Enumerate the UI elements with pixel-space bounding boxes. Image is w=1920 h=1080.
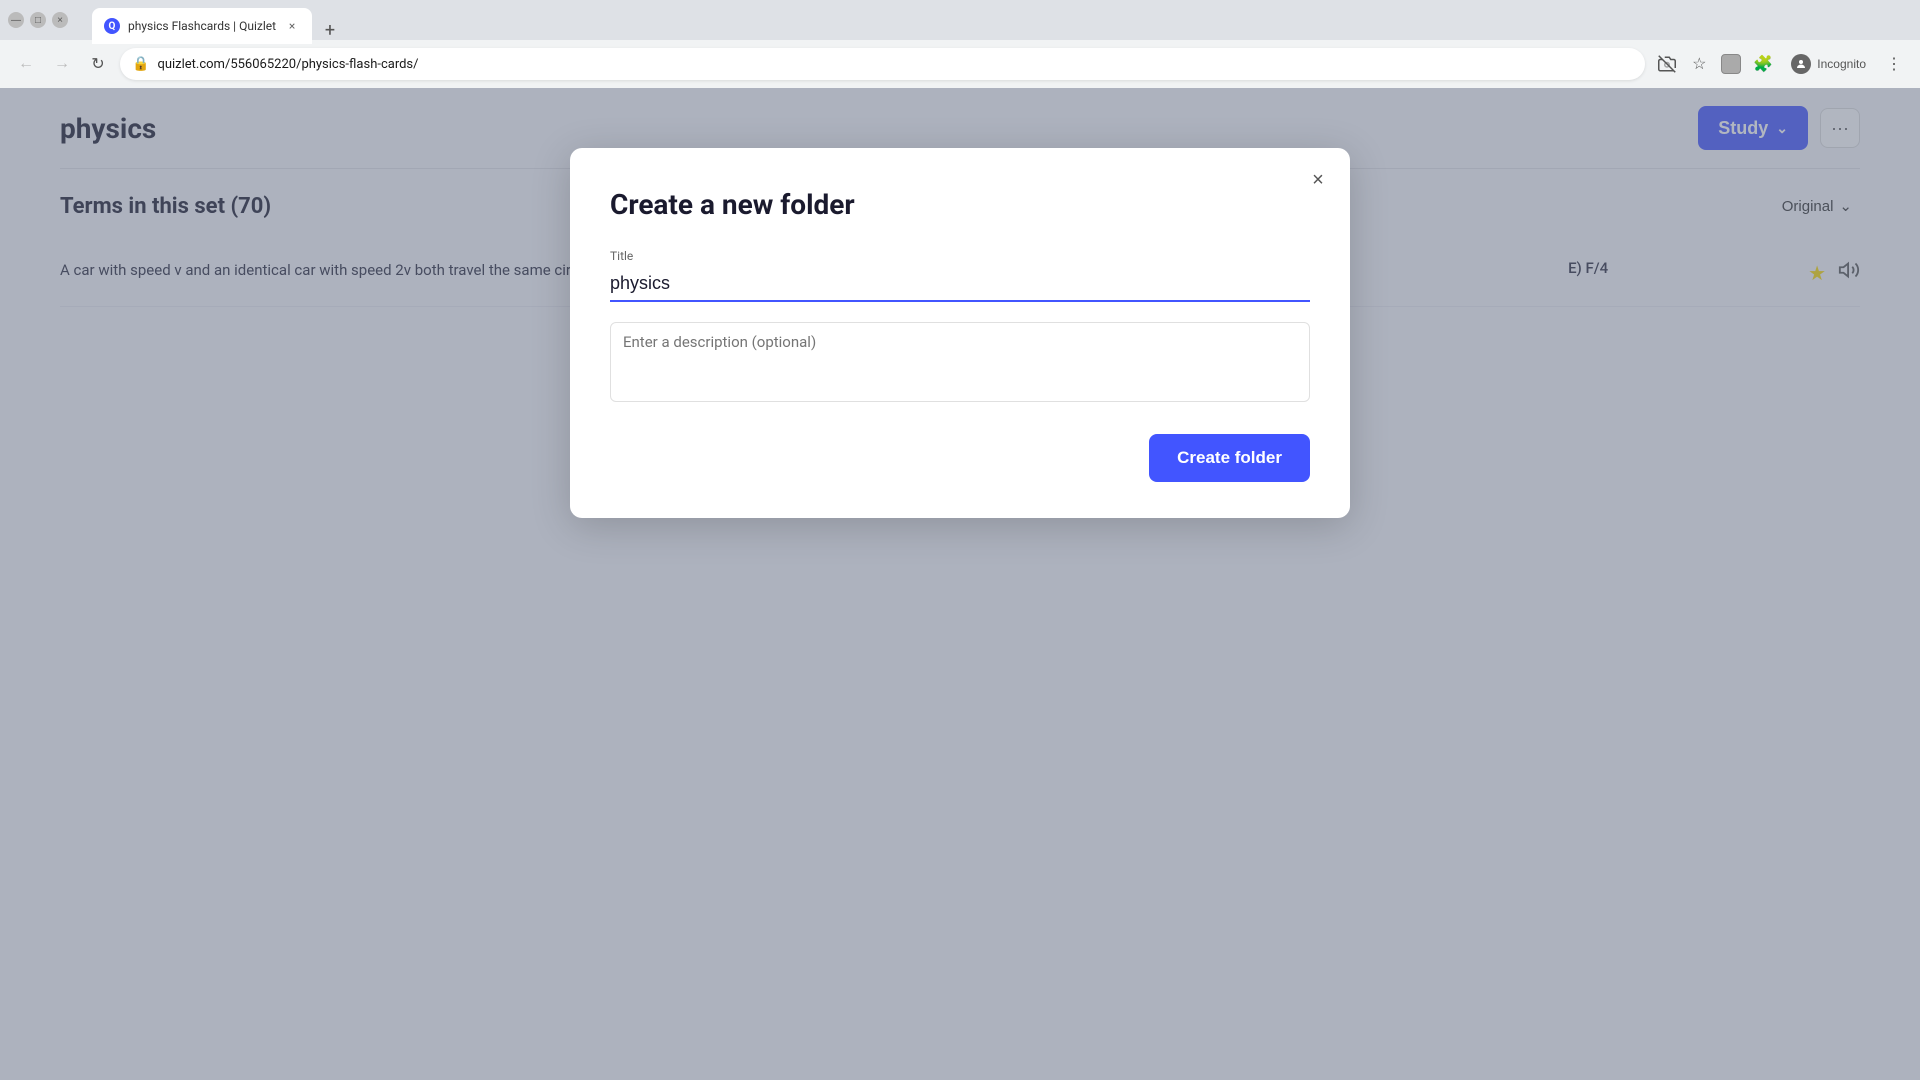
create-folder-button[interactable]: Create folder bbox=[1149, 434, 1310, 482]
create-folder-label: Create folder bbox=[1177, 448, 1282, 467]
window-controls: — □ × bbox=[8, 12, 68, 28]
address-field[interactable]: 🔒 quizlet.com/556065220/physics-flash-ca… bbox=[120, 48, 1645, 80]
security-icon: 🔒 bbox=[132, 56, 149, 72]
title-field: Title bbox=[610, 249, 1310, 302]
create-folder-modal: × Create a new folder Title Create folde… bbox=[570, 148, 1350, 518]
close-icon: × bbox=[1312, 169, 1324, 192]
title-bar: — □ × physics Flashcards | Quizlet × + bbox=[0, 0, 1920, 40]
toolbar-right: ☆ 🧩 Incognito ⋮ bbox=[1653, 50, 1908, 78]
modal-title: Create a new folder bbox=[610, 188, 1310, 221]
tab-title: physics Flashcards | Quizlet bbox=[128, 19, 276, 33]
active-tab[interactable]: physics Flashcards | Quizlet × bbox=[92, 8, 312, 44]
address-text: quizlet.com/556065220/physics-flash-card… bbox=[157, 57, 1633, 72]
incognito-button[interactable]: Incognito bbox=[1781, 50, 1876, 78]
browser-menu-button[interactable]: ⋮ bbox=[1880, 50, 1908, 78]
modal-overlay: × Create a new folder Title Create folde… bbox=[0, 88, 1920, 1080]
tab-bar: physics Flashcards | Quizlet × + bbox=[84, 0, 352, 44]
camera-off-icon[interactable] bbox=[1653, 50, 1681, 78]
title-label: Title bbox=[610, 249, 1310, 263]
maximize-button[interactable]: □ bbox=[30, 12, 46, 28]
back-button[interactable]: ← bbox=[12, 50, 40, 78]
page-content: physics Study ⌄ ··· Terms in this set (7… bbox=[0, 88, 1920, 1080]
extensions-icon[interactable]: 🧩 bbox=[1749, 50, 1777, 78]
tab-close-button[interactable]: × bbox=[284, 18, 300, 34]
description-field bbox=[610, 322, 1310, 406]
forward-button[interactable]: → bbox=[48, 50, 76, 78]
close-window-button[interactable]: × bbox=[52, 12, 68, 28]
modal-close-button[interactable]: × bbox=[1302, 164, 1334, 196]
description-textarea[interactable] bbox=[610, 322, 1310, 402]
incognito-label: Incognito bbox=[1817, 57, 1866, 71]
bookmark-icon[interactable]: ☆ bbox=[1685, 50, 1713, 78]
tab-favicon-icon bbox=[104, 18, 120, 34]
address-bar-row: ← → ↻ 🔒 quizlet.com/556065220/physics-fl… bbox=[0, 40, 1920, 88]
minimize-button[interactable]: — bbox=[8, 12, 24, 28]
profile-icon[interactable] bbox=[1717, 50, 1745, 78]
modal-footer: Create folder bbox=[610, 434, 1310, 482]
refresh-button[interactable]: ↻ bbox=[84, 50, 112, 78]
browser-chrome: — □ × physics Flashcards | Quizlet × + ←… bbox=[0, 0, 1920, 88]
title-input[interactable] bbox=[610, 267, 1310, 302]
